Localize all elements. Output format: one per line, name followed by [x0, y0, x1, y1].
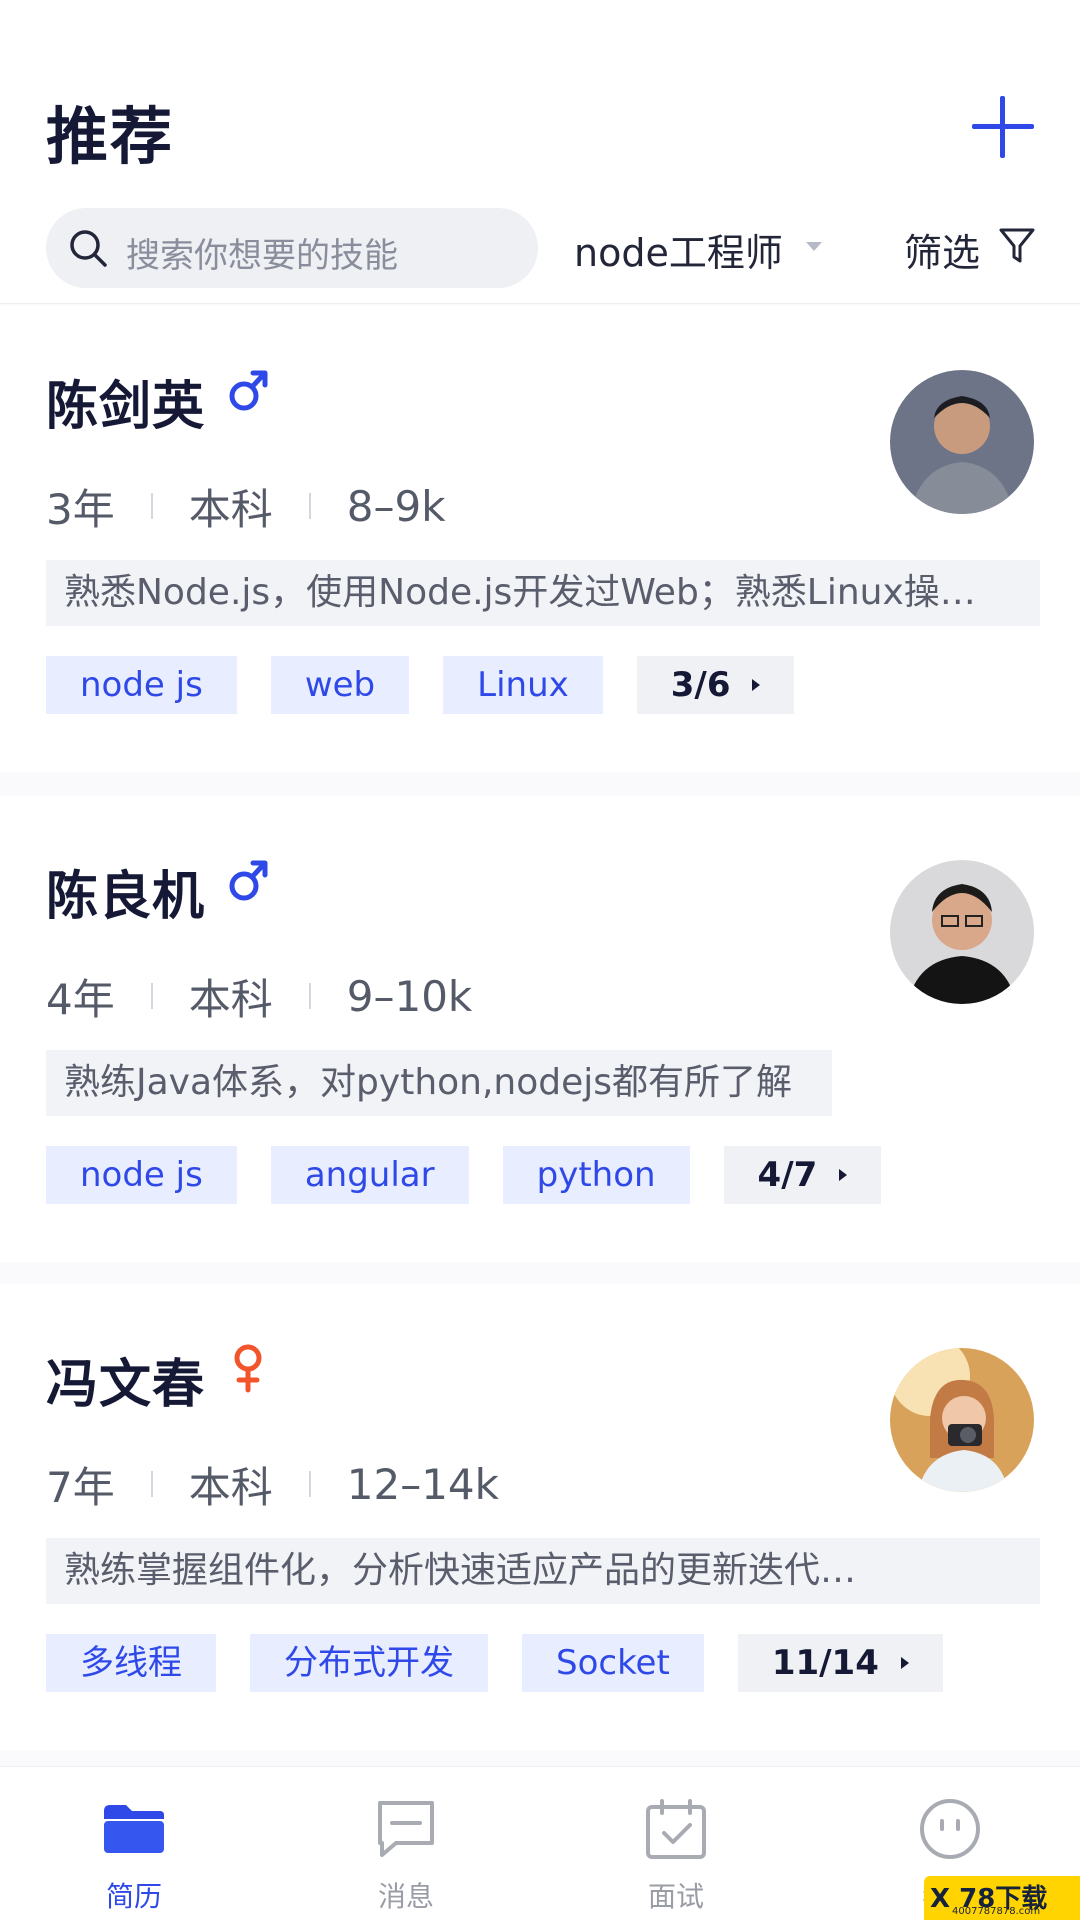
divider [150, 1471, 153, 1497]
candidate-summary: 熟练Java体系，对python,nodejs都有所了解 [46, 1050, 832, 1116]
search-icon [70, 230, 107, 267]
arrow-right-icon [900, 1657, 909, 1669]
calendar-check-icon [646, 1799, 706, 1859]
search-bar[interactable]: 搜索你想要的技能 [46, 208, 538, 288]
candidate-name: 陈剑英 [46, 377, 206, 437]
funnel-icon[interactable] [998, 226, 1036, 266]
skill-tags: 多线程 分布式开发 Socket 11/14 [46, 1634, 977, 1692]
education: 本科 [188, 484, 273, 534]
header: 推荐 搜索你想要的技能 node工程师 筛选 [0, 0, 1080, 304]
tab-label: 面试 [647, 1880, 704, 1913]
tab-interview[interactable]: 面试 [596, 1767, 756, 1920]
caret-down-icon [806, 242, 822, 251]
watermark-logo: X 78下载 4007787878.com [924, 1876, 1080, 1920]
add-button[interactable] [972, 96, 1034, 158]
skill-tag[interactable]: Socket [522, 1634, 704, 1692]
experience: 4年 [46, 974, 115, 1024]
recommend-page: 推荐 搜索你想要的技能 node工程师 筛选 陈剑英 3年 本科 8–9k 熟悉… [0, 0, 1080, 1920]
skill-tag[interactable]: 分布式开发 [250, 1634, 488, 1692]
skill-tag[interactable]: Linux [443, 656, 603, 714]
divider [308, 983, 311, 1009]
divider [308, 1471, 311, 1497]
tab-label: 消息 [377, 1880, 434, 1913]
smiley-icon [920, 1799, 980, 1859]
search-placeholder: 搜索你想要的技能 [126, 236, 398, 276]
more-tags-button[interactable]: 11/14 [737, 1634, 943, 1692]
salary: 12–14k [346, 1459, 499, 1509]
role-filter-dropdown[interactable]: node工程师 [574, 222, 783, 277]
skill-tag[interactable]: web [270, 656, 410, 714]
experience: 7年 [46, 1462, 115, 1512]
tab-label: 简历 [105, 1880, 162, 1913]
bottom-tab-bar: 简历 消息 面试 我的 [0, 1766, 1080, 1920]
candidate-summary: 熟练掌握组件化，分析快速适应产品的更新迭代… [46, 1538, 1040, 1604]
education: 本科 [188, 974, 273, 1024]
tab-messages[interactable]: 消息 [326, 1767, 486, 1920]
divider [150, 493, 153, 519]
arrow-right-icon [839, 1169, 848, 1181]
candidate-name: 冯文春 [46, 1355, 206, 1415]
male-icon [229, 370, 268, 411]
watermark-url: 4007787878.com [952, 1906, 1041, 1917]
candidate-meta: 4年 本科 9–10k [46, 968, 472, 1024]
skill-tags: node js angular python 4/7 [46, 1146, 915, 1204]
salary: 9–10k [346, 971, 473, 1021]
candidate-card[interactable]: 冯文春 7年 本科 12–14k 熟练掌握组件化，分析快速适应产品的更新迭代… … [0, 1284, 1080, 1750]
candidate-summary: 熟悉Node.js，使用Node.js开发过Web；熟悉Linux操… [46, 560, 1040, 626]
candidate-meta: 3年 本科 8–9k [46, 478, 446, 534]
skill-tag[interactable]: node js [46, 1146, 237, 1204]
candidate-card[interactable]: 陈剑英 3年 本科 8–9k 熟悉Node.js，使用Node.js开发过Web… [0, 306, 1080, 772]
skill-tags: node js web Linux 3/6 [46, 656, 828, 714]
arrow-right-icon [752, 679, 761, 691]
more-tags-count: 4/7 [757, 1155, 818, 1195]
avatar [890, 860, 1034, 1004]
folder-icon [104, 1805, 164, 1853]
candidate-meta: 7年 本科 12–14k [46, 1456, 499, 1512]
filter-button[interactable]: 筛选 [904, 222, 980, 277]
avatar [890, 1348, 1034, 1492]
more-tags-count: 11/14 [771, 1643, 879, 1683]
divider [308, 493, 311, 519]
female-icon [234, 1344, 262, 1393]
message-icon [378, 1801, 434, 1857]
more-tags-count: 3/6 [670, 665, 731, 705]
skill-tag[interactable]: node js [46, 656, 237, 714]
divider [150, 983, 153, 1009]
skill-tag[interactable]: 多线程 [46, 1634, 216, 1692]
tab-resume[interactable]: 简历 [54, 1767, 214, 1920]
more-tags-button[interactable]: 4/7 [723, 1146, 882, 1204]
skill-tag[interactable]: python [502, 1146, 690, 1204]
skill-tag[interactable]: angular [270, 1146, 469, 1204]
experience: 3年 [46, 484, 115, 534]
avatar [890, 370, 1034, 514]
education: 本科 [188, 1462, 273, 1512]
male-icon [229, 860, 268, 901]
more-tags-button[interactable]: 3/6 [636, 656, 795, 714]
candidate-name: 陈良机 [46, 867, 206, 927]
candidate-card[interactable]: 陈良机 4年 本科 9–10k 熟练Java体系，对python,nodejs都… [0, 796, 1080, 1262]
page-title: 推荐 [46, 100, 175, 173]
salary: 8–9k [346, 481, 446, 531]
